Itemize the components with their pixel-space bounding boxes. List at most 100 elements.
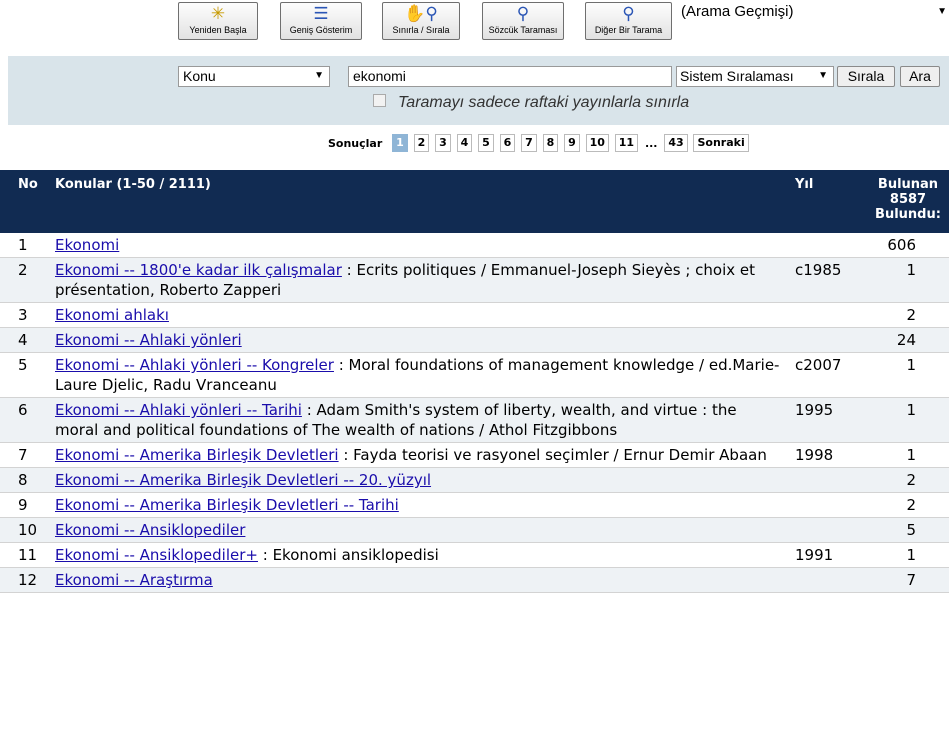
pagination: Sonuçlar 1 2 3 4 5 6 7 8 9 10 11 ... 43 …	[328, 134, 751, 156]
row-number: 8	[18, 471, 28, 489]
page-link[interactable]: 8	[542, 134, 559, 152]
row-count: 1	[906, 261, 916, 279]
row-number: 7	[18, 446, 28, 464]
table-row: 3 Ekonomi ahlakı 2	[0, 303, 949, 328]
results-table: No Konular (1-50 / 2111) Yıl Bulunan 858…	[0, 170, 949, 593]
row-count: 2	[906, 306, 916, 324]
col-subject-header: Konular (1-50 / 2111)	[55, 177, 211, 192]
page-link[interactable]: 2	[413, 134, 430, 152]
word-search-button[interactable]: ⚲ Sözcük Taraması	[482, 2, 564, 40]
subject-link[interactable]: Ekonomi	[55, 236, 119, 254]
row-count: 1	[906, 546, 916, 564]
chevron-down-icon: ▼	[818, 70, 828, 81]
search-history-select[interactable]: (Arama Geçmişi) ▼	[678, 3, 949, 21]
table-row: 1 Ekonomi 606	[0, 233, 949, 258]
page-link[interactable]: 5	[478, 134, 494, 152]
row-year: 1998	[795, 446, 834, 464]
table-row: 11 Ekonomi -- Ansiklopediler+ : Ekonomi a…	[0, 543, 949, 568]
wide-view-button[interactable]: ☰ Geniş Gösterim	[280, 2, 362, 40]
subject-link[interactable]: Ekonomi -- Ahlaki yönleri -- Tarihi	[55, 401, 302, 419]
row-number: 12	[18, 571, 38, 589]
limit-shelf-option[interactable]: Taramayı sadece raftaki yayınlarla sınır…	[373, 94, 689, 112]
row-number: 4	[18, 331, 28, 349]
magnifier-icon: ⚲	[622, 4, 635, 23]
row-subject: Ekonomi -- Amerika Birleşik Devletleri :…	[55, 443, 780, 467]
asterisk-icon: ✳	[210, 4, 226, 23]
search-field-select[interactable]: Konu ▼	[178, 66, 330, 87]
search-input[interactable]: ekonomi	[348, 66, 672, 87]
page-link-last[interactable]: 43	[664, 134, 688, 152]
table-header: No Konular (1-50 / 2111) Yıl Bulunan 858…	[0, 170, 949, 233]
row-year: c2007	[795, 356, 842, 374]
row-subject: Ekonomi ahlakı	[55, 303, 780, 327]
subject-link[interactable]: Ekonomi -- Amerika Birleşik Devletleri	[55, 446, 339, 464]
row-count: 2	[906, 496, 916, 514]
table-body: 1 Ekonomi 606 2 Ekonomi -- 1800'e kadar ilk …	[0, 233, 949, 593]
list-view-icon: ☰	[313, 4, 329, 23]
sort-select[interactable]: Sistem Sıralaması ▼	[676, 66, 834, 87]
row-count: 606	[887, 236, 916, 254]
subject-link[interactable]: Ekonomi -- Ansiklopediler+	[55, 546, 258, 564]
page-link[interactable]: 3	[435, 134, 451, 152]
other-search-button[interactable]: ⚲ Diğer Bir Tarama	[585, 2, 672, 40]
search-button[interactable]: Ara	[900, 66, 940, 87]
col-count-header: Bulunan 8587 Bulundu:	[875, 177, 941, 222]
row-number: 9	[18, 496, 28, 514]
next-page-link[interactable]: Sonraki	[693, 134, 749, 152]
col-no-header: No	[18, 177, 38, 192]
page-link[interactable]: 6	[499, 134, 516, 152]
page-link[interactable]: 7	[521, 134, 537, 152]
row-count: 1	[906, 446, 916, 464]
page-link[interactable]: 11	[614, 134, 639, 152]
page-link[interactable]: 4	[456, 134, 473, 152]
table-row: 12 Ekonomi -- Araştırma 7	[0, 568, 949, 593]
row-year: 1995	[795, 401, 834, 419]
page-link[interactable]: 1	[392, 134, 408, 152]
row-count: 24	[896, 331, 916, 349]
subject-link[interactable]: Ekonomi ahlakı	[55, 306, 169, 324]
limit-sort-button[interactable]: ✋⚲ Sınırla / Sırala	[382, 2, 460, 40]
limit-checkbox[interactable]	[373, 94, 386, 107]
pager-ellipsis: ...	[644, 136, 658, 150]
subject-link[interactable]: Ekonomi -- Ansiklopediler	[55, 521, 245, 539]
table-row: 4 Ekonomi -- Ahlaki yönleri 24	[0, 328, 949, 353]
search-panel: Konu ▼ ekonomi Sistem Sıralaması ▼ Sıral…	[8, 56, 949, 125]
row-subject: Ekonomi -- Amerika Birleşik Devletleri -…	[55, 468, 780, 492]
row-subject: Ekonomi -- Amerika Birleşik Devletleri -…	[55, 493, 780, 517]
results-label: Sonuçlar	[328, 136, 383, 150]
table-row: 2 Ekonomi -- 1800'e kadar ilk çalışmalar …	[0, 258, 949, 303]
row-count: 1	[906, 356, 916, 374]
subject-link[interactable]: Ekonomi -- Amerika Birleşik Devletleri -…	[55, 496, 399, 514]
hand-magnifier-icon: ✋⚲	[404, 4, 438, 23]
col-year-header: Yıl	[795, 177, 814, 192]
row-subject: Ekonomi -- Araştırma	[55, 568, 780, 592]
row-number: 1	[18, 236, 28, 254]
subject-link[interactable]: Ekonomi -- Amerika Birleşik Devletleri -…	[55, 471, 431, 489]
table-row: 5 Ekonomi -- Ahlaki yönleri -- Kongreler …	[0, 353, 949, 398]
restart-button[interactable]: ✳ Yeniden Başla	[178, 2, 258, 40]
row-subject: Ekonomi -- 1800'e kadar ilk çalışmalar :…	[55, 258, 780, 302]
row-year: c1985	[795, 261, 842, 279]
page-link[interactable]: 9	[564, 134, 580, 152]
row-subject: Ekonomi	[55, 233, 780, 257]
table-row: 7 Ekonomi -- Amerika Birleşik Devletleri …	[0, 443, 949, 468]
row-subject: Ekonomi -- Ahlaki yönleri -- Tarihi : Ad…	[55, 398, 780, 442]
row-number: 6	[18, 401, 28, 419]
abc-magnifier-icon: ⚲	[516, 4, 530, 23]
row-subject: Ekonomi -- Ahlaki yönleri -- Kongreler :…	[55, 353, 780, 397]
chevron-down-icon: ▼	[937, 6, 947, 17]
row-number: 2	[18, 261, 28, 279]
sort-button[interactable]: Sırala	[837, 66, 895, 87]
subject-link[interactable]: Ekonomi -- Ahlaki yönleri -- Kongreler	[55, 356, 334, 374]
subject-link[interactable]: Ekonomi -- 1800'e kadar ilk çalışmalar	[55, 261, 342, 279]
row-count: 5	[906, 521, 916, 539]
row-number: 11	[18, 546, 38, 564]
subject-link[interactable]: Ekonomi -- Ahlaki yönleri	[55, 331, 242, 349]
table-row: 8 Ekonomi -- Amerika Birleşik Devletleri …	[0, 468, 949, 493]
subject-link[interactable]: Ekonomi -- Araştırma	[55, 571, 213, 589]
row-year: 1991	[795, 546, 834, 564]
table-row: 9 Ekonomi -- Amerika Birleşik Devletleri …	[0, 493, 949, 518]
page-link[interactable]: 10	[585, 134, 609, 152]
row-subject: Ekonomi -- Ansiklopediler+ : Ekonomi ans…	[55, 543, 780, 567]
table-row: 10 Ekonomi -- Ansiklopediler 5	[0, 518, 949, 543]
